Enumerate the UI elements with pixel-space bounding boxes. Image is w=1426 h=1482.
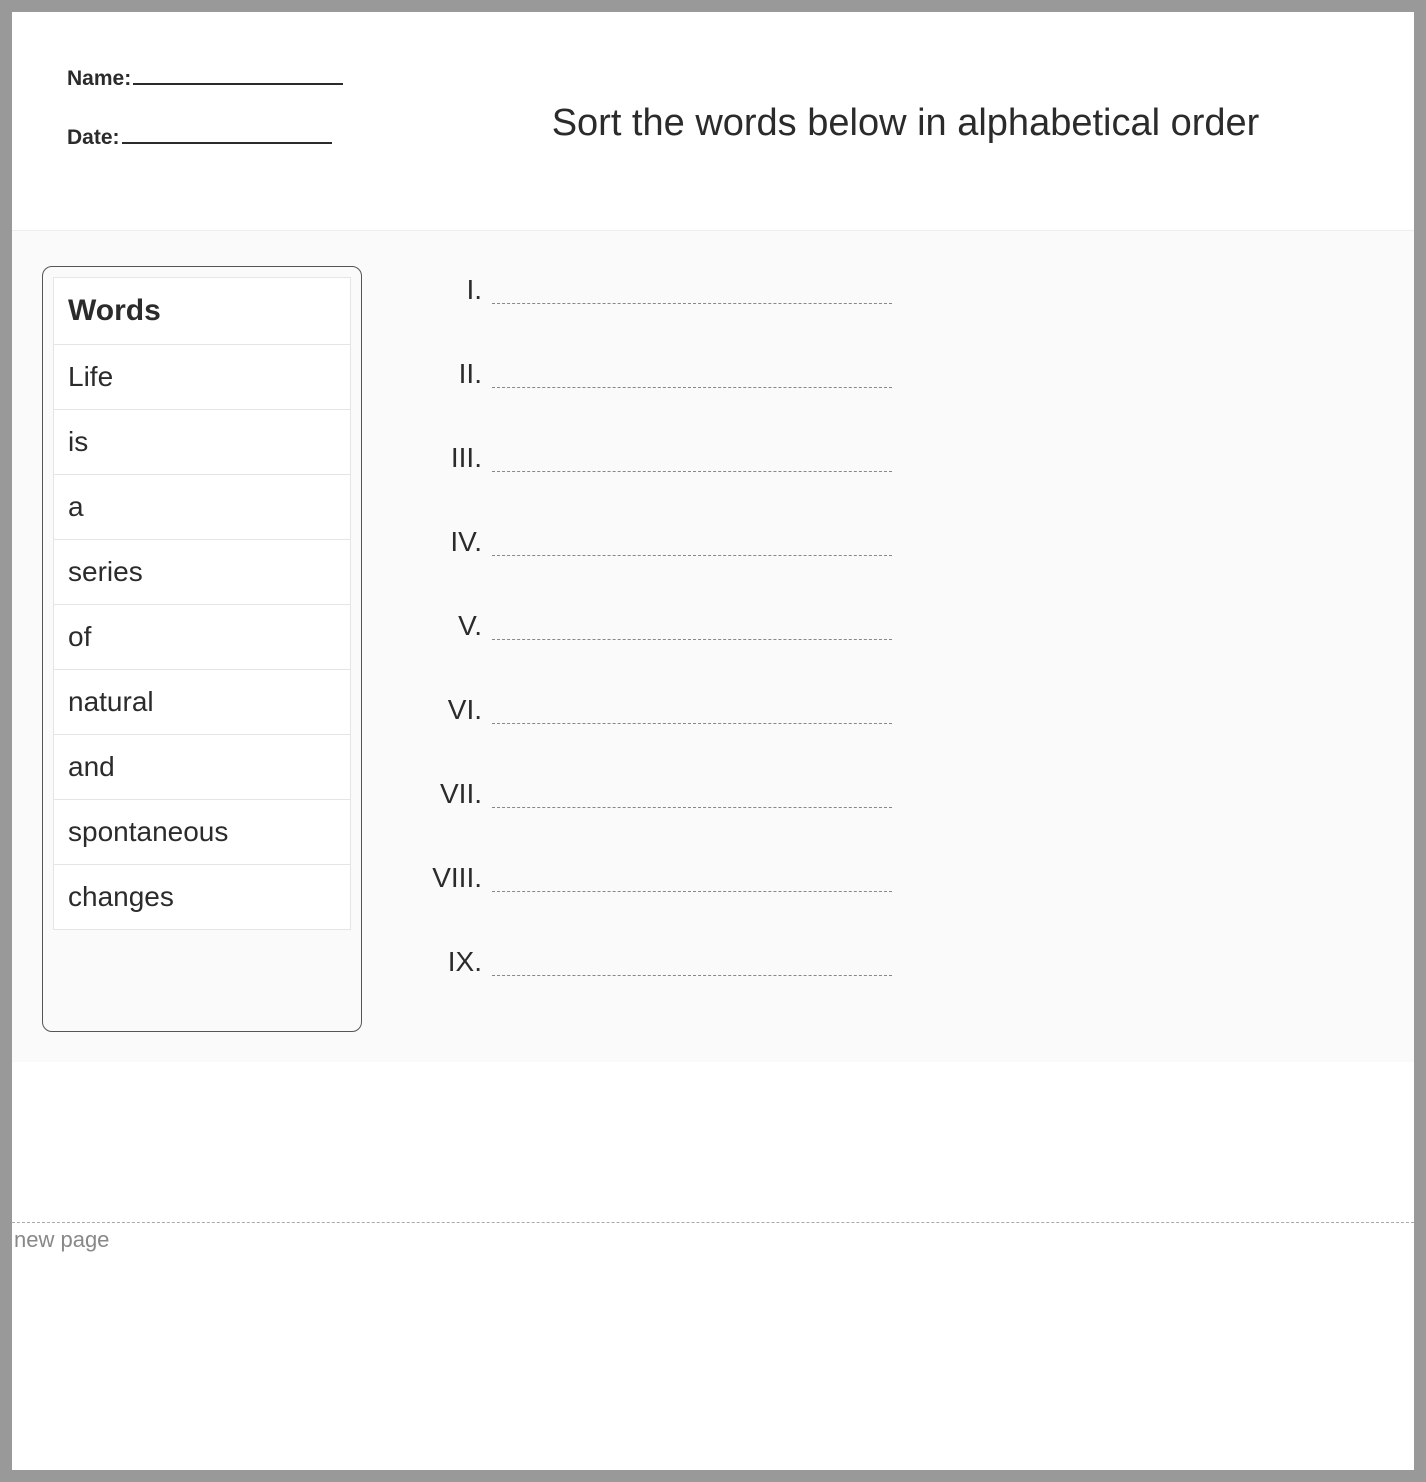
word-item: series bbox=[54, 540, 351, 605]
words-heading: Words bbox=[54, 278, 351, 345]
roman-numeral: I. bbox=[402, 276, 492, 304]
roman-numeral: III. bbox=[402, 444, 492, 472]
name-line: Name: bbox=[67, 67, 437, 91]
words-card: Words Life is a series of natural and sp… bbox=[42, 266, 362, 1032]
answer-blank[interactable] bbox=[492, 636, 892, 640]
answer-row: VIII. bbox=[402, 864, 1394, 892]
date-blank[interactable] bbox=[122, 126, 332, 144]
name-date-block: Name: Date: bbox=[67, 67, 437, 185]
word-item: of bbox=[54, 605, 351, 670]
worksheet-title: Sort the words below in alphabetical ord… bbox=[437, 102, 1374, 145]
answer-blank[interactable] bbox=[492, 468, 892, 472]
answer-row: III. bbox=[402, 444, 1394, 472]
answer-row: I. bbox=[402, 276, 1394, 304]
answer-row: IX. bbox=[402, 948, 1394, 976]
word-item: natural bbox=[54, 670, 351, 735]
roman-numeral: V. bbox=[402, 612, 492, 640]
answer-row: IV. bbox=[402, 528, 1394, 556]
roman-numeral: VI. bbox=[402, 696, 492, 724]
page-break-label: new page bbox=[12, 1223, 1414, 1253]
date-line: Date: bbox=[67, 126, 437, 150]
word-item: is bbox=[54, 410, 351, 475]
word-item: spontaneous bbox=[54, 800, 351, 865]
answer-blank[interactable] bbox=[492, 888, 892, 892]
header-area: Name: Date: Sort the words below in alph… bbox=[12, 12, 1414, 230]
answer-blank[interactable] bbox=[492, 720, 892, 724]
roman-numeral: IV. bbox=[402, 528, 492, 556]
roman-numeral: IX. bbox=[402, 948, 492, 976]
words-table: Words Life is a series of natural and sp… bbox=[53, 277, 351, 930]
date-label: Date: bbox=[67, 126, 120, 150]
word-item: a bbox=[54, 475, 351, 540]
answer-row: VII. bbox=[402, 780, 1394, 808]
answer-blank[interactable] bbox=[492, 804, 892, 808]
answer-blank[interactable] bbox=[492, 972, 892, 976]
answer-blank[interactable] bbox=[492, 384, 892, 388]
name-label: Name: bbox=[67, 67, 131, 91]
answer-row: II. bbox=[402, 360, 1394, 388]
answer-blank[interactable] bbox=[492, 552, 892, 556]
worksheet-page: Name: Date: Sort the words below in alph… bbox=[12, 12, 1414, 1470]
work-area: Words Life is a series of natural and sp… bbox=[12, 230, 1414, 1062]
answer-row: V. bbox=[402, 612, 1394, 640]
answer-row: VI. bbox=[402, 696, 1394, 724]
word-item: changes bbox=[54, 865, 351, 930]
roman-numeral: II. bbox=[402, 360, 492, 388]
title-block: Sort the words below in alphabetical ord… bbox=[437, 67, 1374, 185]
answer-blank[interactable] bbox=[492, 300, 892, 304]
roman-numeral: VII. bbox=[402, 780, 492, 808]
name-blank[interactable] bbox=[133, 67, 343, 85]
word-item: and bbox=[54, 735, 351, 800]
roman-numeral: VIII. bbox=[402, 864, 492, 892]
answer-list: I. II. III. IV. V. VI. bbox=[362, 266, 1394, 1032]
word-item: Life bbox=[54, 345, 351, 410]
